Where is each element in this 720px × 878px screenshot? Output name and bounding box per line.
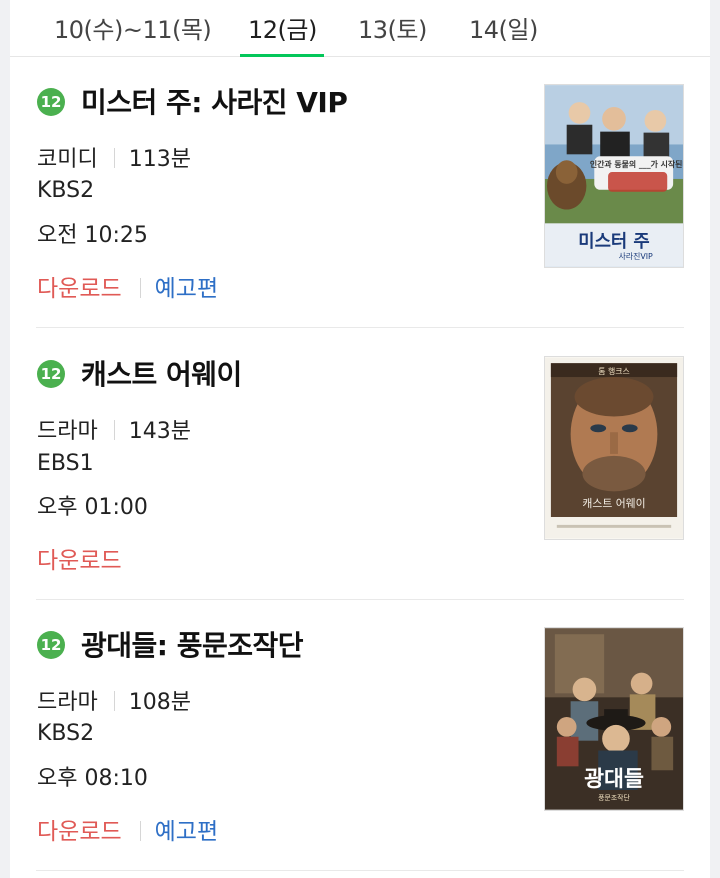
- genre-runtime: 드라마 108분: [37, 684, 191, 716]
- separator: [139, 278, 141, 298]
- movie-title[interactable]: 캐스트 어웨이: [81, 353, 242, 393]
- tab-14[interactable]: 14(일): [469, 10, 538, 46]
- divider: [36, 327, 684, 328]
- air-time: 오전 10:25: [37, 223, 148, 248]
- poster-title: 광대들: [584, 767, 644, 792]
- movie-actions: 다운로드: [37, 541, 122, 575]
- channel: EBS1: [37, 451, 94, 476]
- movie-schedule-panel: 10(수)~11(목) 12(금) 13(토) 14(일) 12 미스터 주: …: [10, 0, 710, 878]
- movie-actions: 다운로드 예고편: [37, 269, 218, 303]
- trailer-link[interactable]: 예고편: [155, 819, 218, 845]
- age-rating-badge: 12: [37, 88, 65, 116]
- poster-caption: 인간과 동물의 ___가 시작된다!: [590, 159, 683, 169]
- poster-image: 광대들 풍문조작단: [545, 628, 683, 810]
- trailer-link[interactable]: 예고편: [155, 276, 218, 302]
- poster-title: 미스터 주: [578, 231, 649, 252]
- date-tabs: 10(수)~11(목) 12(금) 13(토) 14(일): [10, 0, 710, 57]
- age-rating-badge: 12: [37, 360, 65, 388]
- movie-title[interactable]: 미스터 주: 사라진 VIP: [81, 81, 348, 121]
- genre: 코미디: [37, 147, 98, 172]
- movie-poster[interactable]: 광대들 풍문조작단: [544, 627, 684, 811]
- movie-item-2[interactable]: 12 캐스트 어웨이 드라마 143분 EBS1 오후 01:00 다운로드 톰 …: [10, 329, 710, 601]
- download-link[interactable]: 다운로드: [37, 276, 122, 302]
- runtime: 113분: [128, 147, 191, 172]
- age-rating-badge: 12: [37, 631, 65, 659]
- tab-10-11[interactable]: 10(수)~11(목): [54, 10, 212, 46]
- air-time: 오후 08:10: [37, 766, 148, 791]
- tab-12[interactable]: 12(금): [248, 10, 317, 46]
- divider: [36, 870, 684, 871]
- poster-caption: 톰 행크스: [598, 366, 629, 376]
- genre: 드라마: [37, 690, 98, 715]
- poster-image: 인간과 동물의 ___가 시작된다! 미스터 주 사라진VIP: [545, 85, 683, 267]
- separator: [139, 821, 141, 841]
- poster-title: 캐스트 어웨이: [582, 497, 645, 510]
- separator: [113, 420, 115, 440]
- separator: [113, 148, 115, 168]
- runtime: 143분: [128, 419, 191, 444]
- separator: [113, 691, 115, 711]
- channel: KBS2: [37, 721, 95, 746]
- air-time: 오후 01:00: [37, 495, 148, 520]
- poster-subtitle: 풍문조작단: [598, 793, 630, 802]
- genre-runtime: 드라마 143분: [37, 413, 191, 445]
- movie-actions: 다운로드 예고편: [37, 812, 218, 846]
- poster-image: 톰 행크스 캐스트 어웨이: [545, 357, 683, 539]
- channel: KBS2: [37, 178, 95, 203]
- movie-item-3[interactable]: 12 광대들: 풍문조작단 드라마 108분 KBS2 오후 08:10 다운로드…: [10, 600, 710, 872]
- movie-item-1[interactable]: 12 미스터 주: 사라진 VIP 코미디 113분 KBS2 오전 10:25 …: [10, 57, 710, 329]
- movie-poster[interactable]: 인간과 동물의 ___가 시작된다! 미스터 주 사라진VIP: [544, 84, 684, 268]
- runtime: 108분: [128, 690, 191, 715]
- movie-title[interactable]: 광대들: 풍문조작단: [81, 624, 304, 664]
- tab-13[interactable]: 13(토): [358, 10, 427, 46]
- download-link[interactable]: 다운로드: [37, 819, 122, 845]
- movie-poster[interactable]: 톰 행크스 캐스트 어웨이: [544, 356, 684, 540]
- genre-runtime: 코미디 113분: [37, 141, 191, 173]
- poster-subtitle: 사라진VIP: [619, 251, 653, 261]
- genre: 드라마: [37, 419, 98, 444]
- download-link[interactable]: 다운로드: [37, 548, 122, 574]
